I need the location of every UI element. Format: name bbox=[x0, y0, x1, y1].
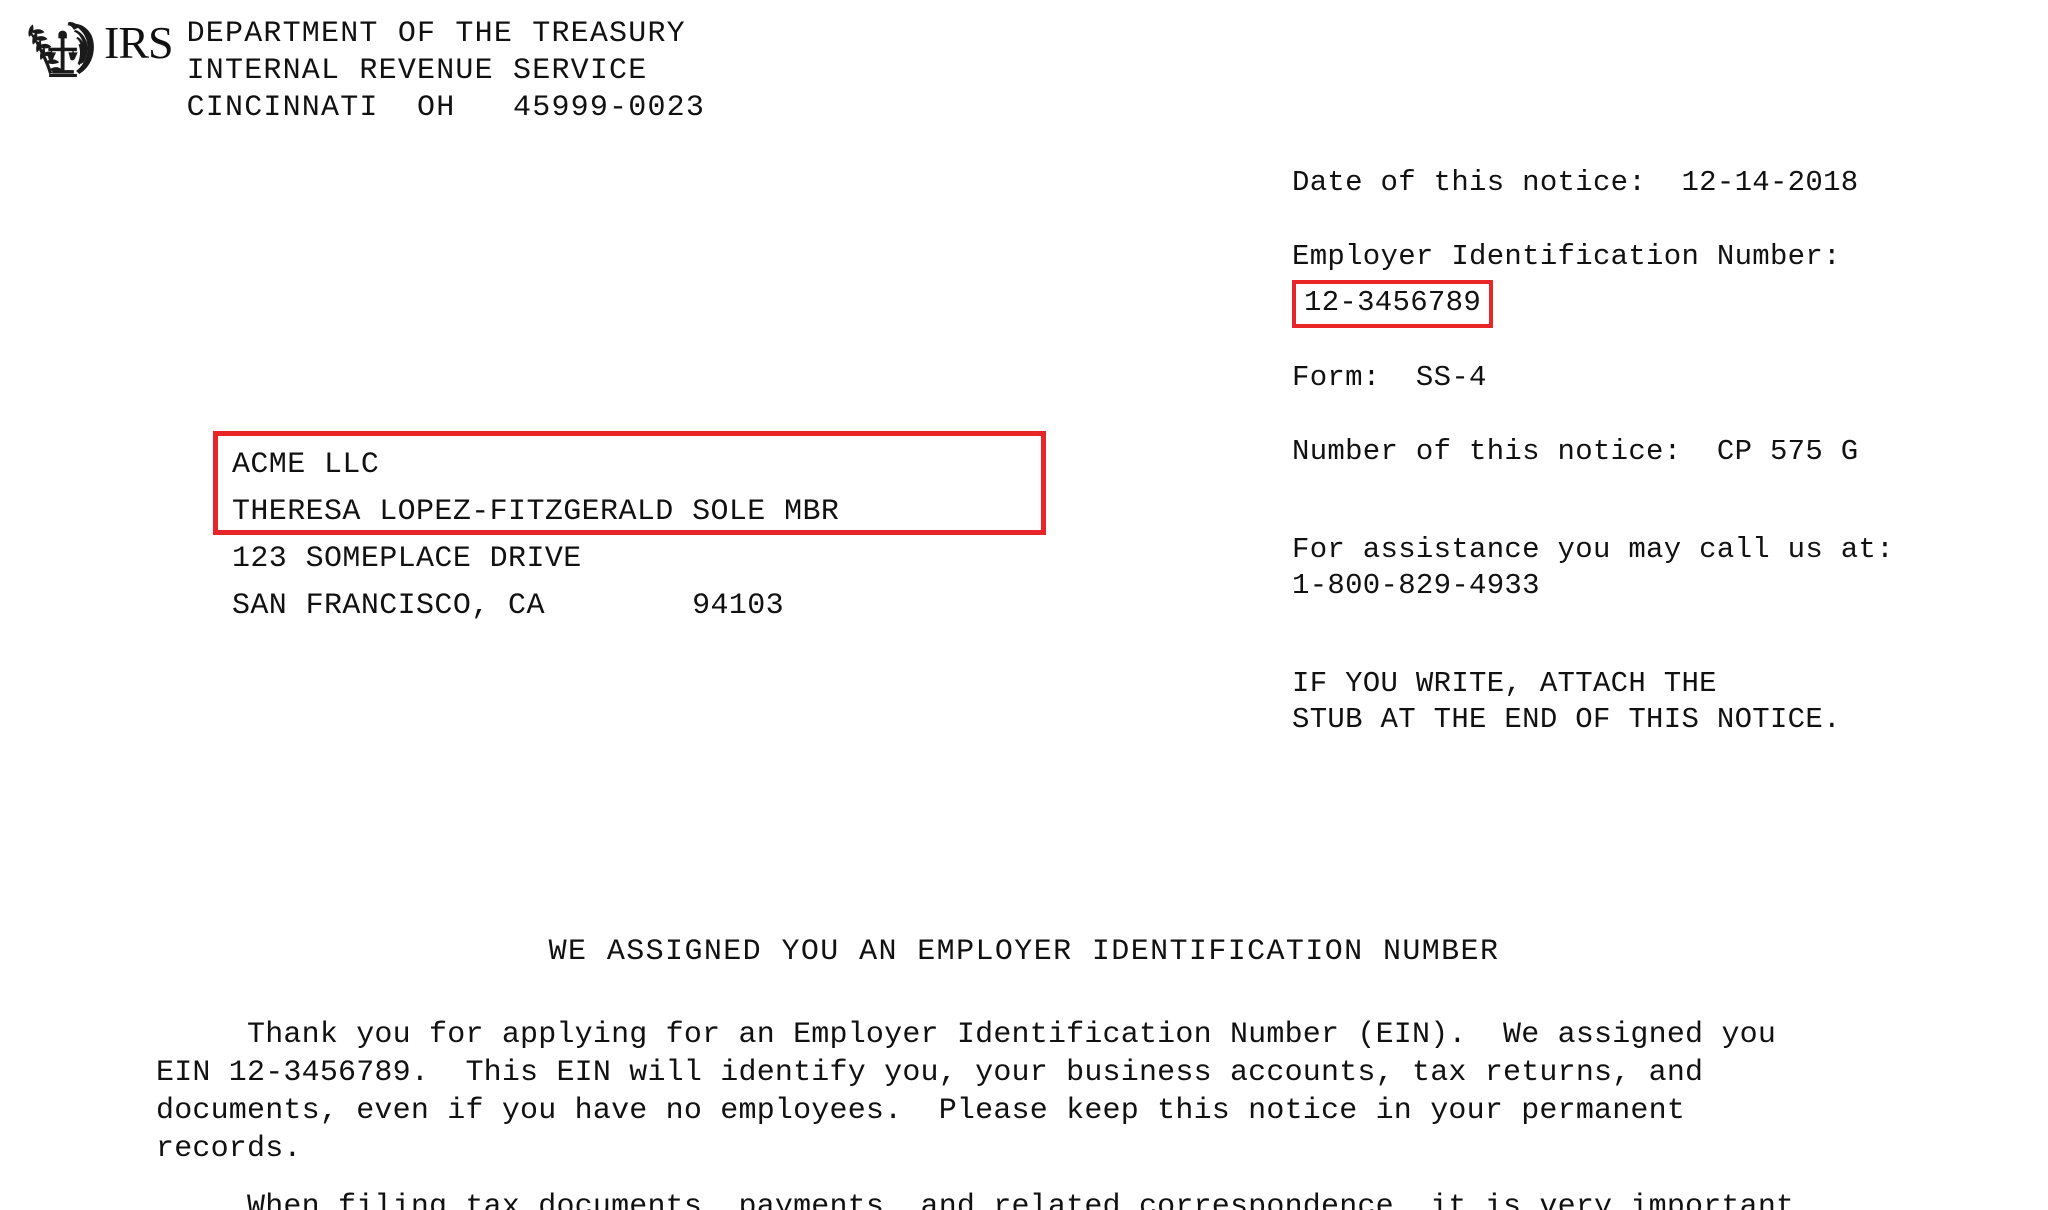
body-line: Thank you for applying for an Employer I… bbox=[156, 1018, 1777, 1052]
irs-wordmark: IRS bbox=[104, 17, 174, 68]
body-line: EIN 12-3456789. This EIN will identify y… bbox=[156, 1056, 1704, 1090]
write-instruction-line-1: IF YOU WRITE, ATTACH THE bbox=[1292, 667, 1717, 700]
notice-meta-column: Date of this notice: 12-14-2018 Employer… bbox=[1292, 165, 2022, 738]
addressee-entity-name: ACME LLC bbox=[232, 448, 380, 482]
agency-line-city-state-zip: CINCINNATI OH 45999-0023 bbox=[186, 91, 706, 125]
ein-value-highlighted: 12-3456789 bbox=[1292, 280, 1494, 328]
body-line: documents, even if you have no employees… bbox=[156, 1094, 1686, 1128]
notice-page: IRS DEPARTMENT OF THE TREASURY INTERNAL … bbox=[0, 0, 2048, 1210]
notice-header: IRS DEPARTMENT OF THE TREASURY INTERNAL … bbox=[24, 14, 705, 127]
assistance-label: For assistance you may call us at: bbox=[1292, 533, 1894, 566]
addressee-street: 123 SOMEPLACE DRIVE bbox=[232, 542, 582, 576]
agency-address-block: DEPARTMENT OF THE TREASURY INTERNAL REVE… bbox=[187, 16, 705, 127]
ein-label: Employer Identification Number: bbox=[1292, 240, 1841, 273]
write-instruction-line-2: STUB AT THE END OF THIS NOTICE. bbox=[1292, 703, 1841, 736]
agency-line-service: INTERNAL REVENUE SERVICE bbox=[186, 54, 648, 88]
notice-body-title: WE ASSIGNED YOU AN EMPLOYER IDENTIFICATI… bbox=[548, 935, 1500, 969]
addressee-city-state-zip: SAN FRANCISCO, CA 94103 bbox=[232, 589, 785, 623]
addressee-block: ACME LLC THERESA LOPEZ-FITZGERALD SOLE M… bbox=[232, 442, 839, 630]
irs-eagle-scales-seal-icon bbox=[28, 22, 94, 78]
notice-body-paragraph-1: Thank you for applying for an Employer I… bbox=[156, 1016, 2036, 1168]
assistance-phone-number: 1-800-829-4933 bbox=[1292, 569, 1540, 602]
notice-body-paragraph-2-clipped: When filing tax documents, payments, and… bbox=[156, 1190, 1795, 1210]
body-line: records. bbox=[156, 1132, 302, 1166]
notice-date-line: Date of this notice: 12-14-2018 bbox=[1292, 166, 1859, 199]
agency-line-treasury: DEPARTMENT OF THE TREASURY bbox=[186, 17, 686, 51]
form-line: Form: SS-4 bbox=[1292, 361, 1487, 394]
notice-number-line: Number of this notice: CP 575 G bbox=[1292, 435, 1859, 468]
addressee-responsible-party: THERESA LOPEZ-FITZGERALD SOLE MBR bbox=[232, 495, 840, 529]
